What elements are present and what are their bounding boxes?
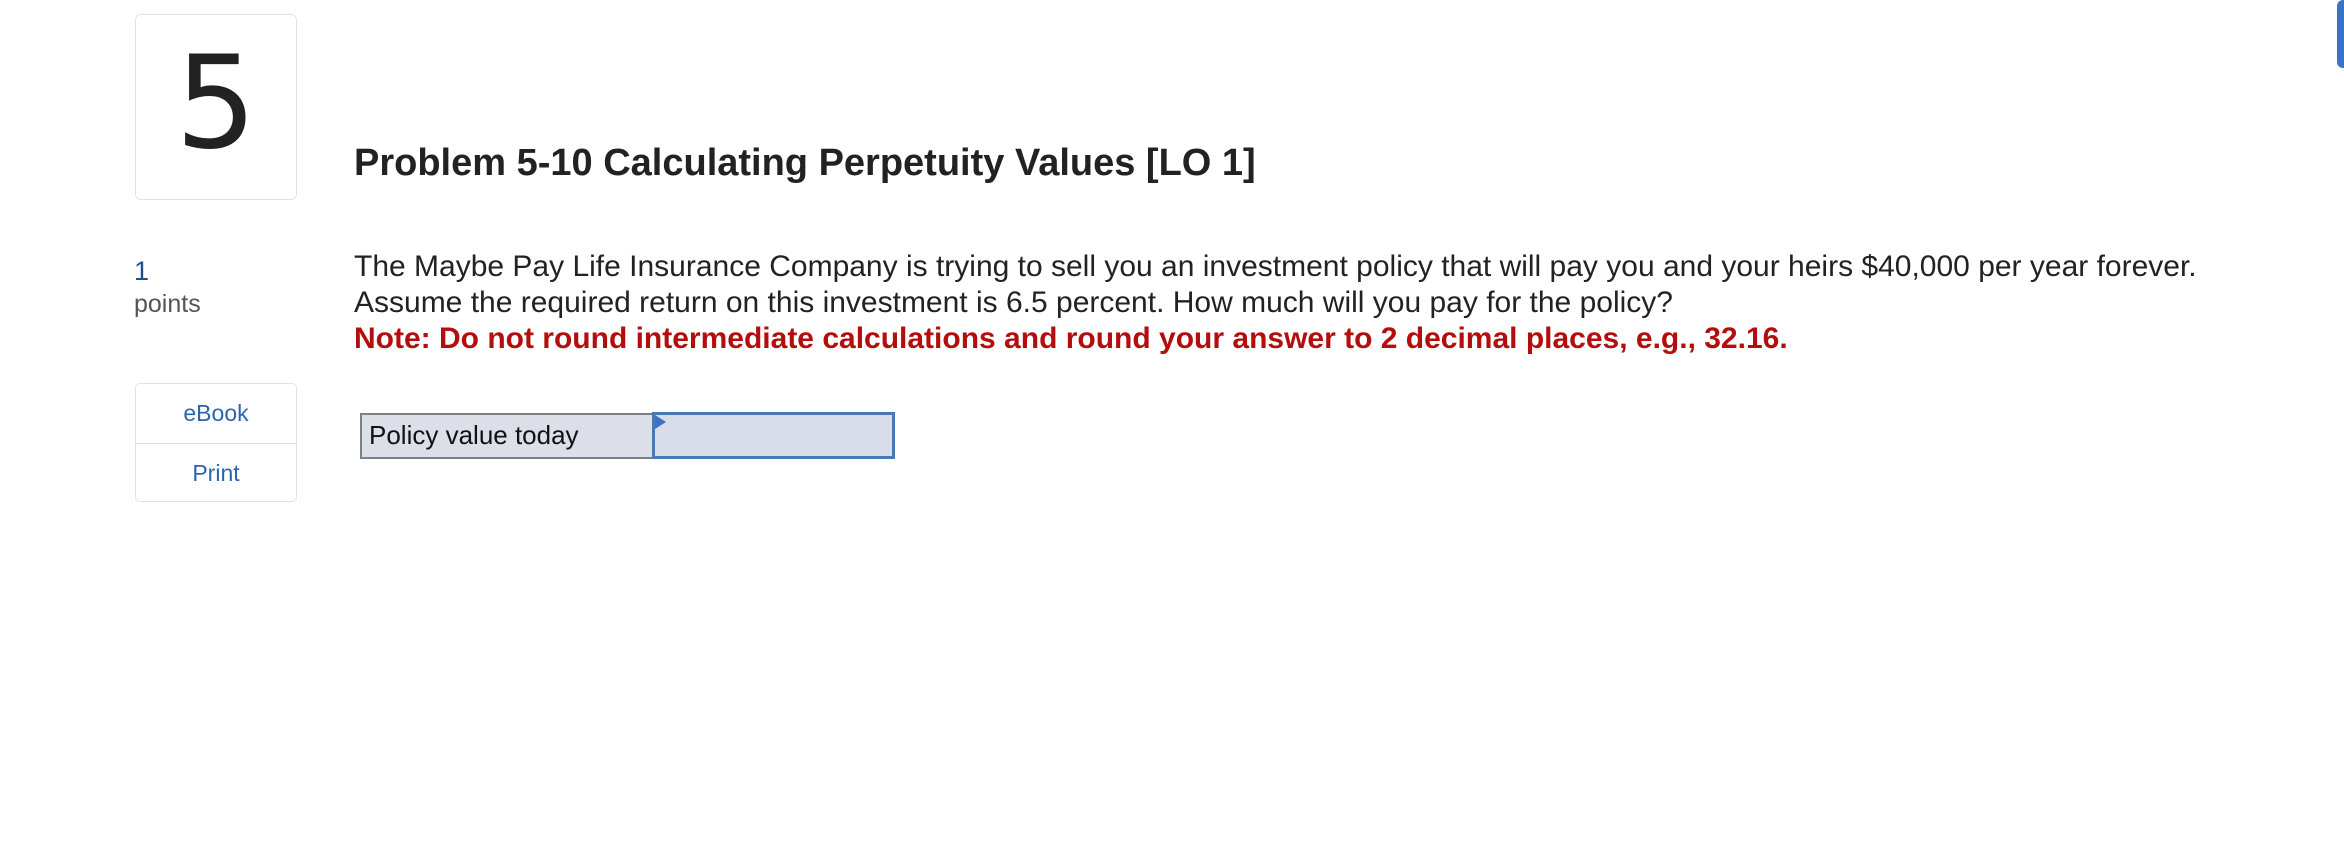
points-value: 1 bbox=[134, 256, 150, 286]
answer-table: Policy value today bbox=[360, 412, 895, 459]
question-text: The Maybe Pay Life Insurance Company is … bbox=[354, 250, 2197, 319]
answer-row: Policy value today bbox=[360, 412, 895, 459]
policy-value-input[interactable] bbox=[654, 415, 892, 456]
side-panel-tab[interactable] bbox=[2337, 0, 2344, 68]
print-link[interactable]: Print bbox=[136, 444, 296, 503]
answer-cell[interactable] bbox=[651, 412, 895, 459]
points-label: points bbox=[134, 290, 201, 318]
question-number: 5 bbox=[175, 29, 257, 178]
question-body: The Maybe Pay Life Insurance Company is … bbox=[354, 249, 2254, 357]
rounding-note: Note: Do not round intermediate calculat… bbox=[354, 322, 1788, 355]
question-number-box: 5 bbox=[135, 14, 297, 200]
problem-title: Problem 5-10 Calculating Perpetuity Valu… bbox=[354, 142, 1256, 184]
answer-label: Policy value today bbox=[360, 412, 654, 459]
flag-icon bbox=[654, 415, 666, 429]
ebook-link[interactable]: eBook bbox=[136, 384, 296, 444]
question-tools: eBook Print bbox=[135, 383, 297, 502]
